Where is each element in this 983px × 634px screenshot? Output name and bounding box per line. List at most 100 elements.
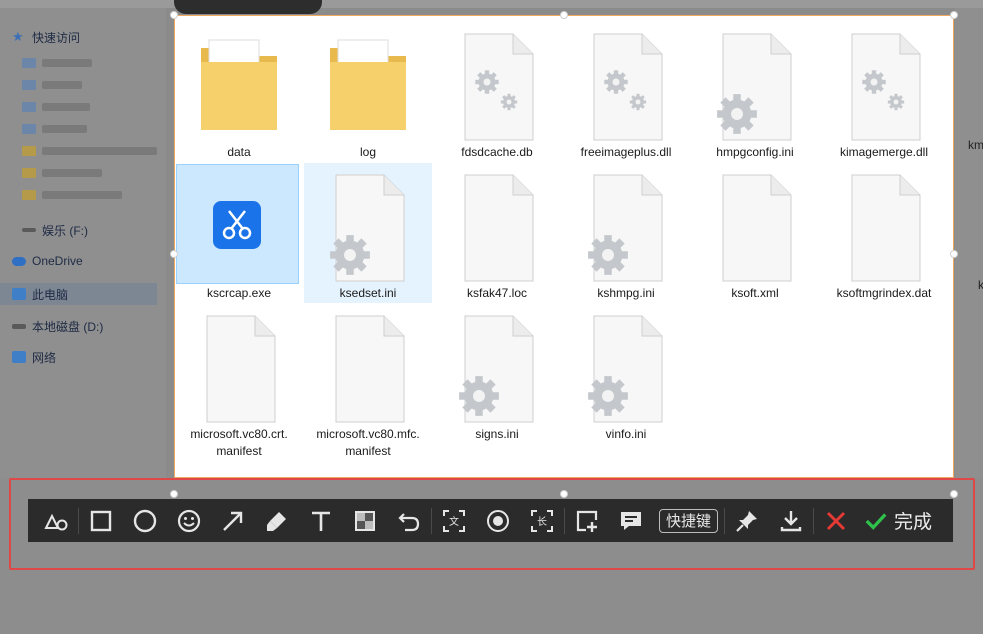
file-name-label: freeimageplus.dll xyxy=(580,145,672,159)
nav-onedrive[interactable]: OneDrive xyxy=(12,250,83,272)
rectangle-icon xyxy=(90,510,112,531)
selection-size-badge xyxy=(174,0,322,14)
settings-file-icon xyxy=(464,33,534,141)
scissors-app-icon xyxy=(213,201,261,249)
file-name-label: ksoft.xml xyxy=(731,286,779,300)
nav-this-pc[interactable]: 此电脑 xyxy=(0,283,157,305)
add-image-icon xyxy=(576,510,598,532)
file-name-label: kscrcap.exe xyxy=(206,286,272,300)
marker-button[interactable] xyxy=(255,499,299,542)
blank-file-icon xyxy=(851,174,921,282)
blank-file-icon xyxy=(464,174,534,282)
resize-handle-w[interactable] xyxy=(170,250,178,258)
comment-button[interactable] xyxy=(609,499,653,542)
nav-media-drive-label: 娱乐 (F:) xyxy=(42,223,88,238)
file-name-label: kimagemerge.dll xyxy=(839,145,929,159)
folder-icon xyxy=(22,168,36,178)
resize-handle-ne[interactable] xyxy=(950,11,958,19)
nav-quick-access-label: 快速访问 xyxy=(32,30,81,45)
text-button[interactable] xyxy=(299,499,343,542)
folder-icon xyxy=(201,39,277,130)
long-screenshot-button[interactable]: 长 xyxy=(520,499,564,542)
comment-icon xyxy=(621,511,641,530)
nav-blurred-item[interactable] xyxy=(22,58,92,68)
shortcut-button[interactable]: 快捷键 xyxy=(659,508,719,533)
blank-file-icon xyxy=(722,174,792,282)
text-icon xyxy=(312,511,330,531)
svg-text:长: 长 xyxy=(537,516,547,528)
config-file-icon xyxy=(588,174,663,282)
drive-icon xyxy=(22,228,36,232)
nav-blurred-item[interactable] xyxy=(22,102,90,112)
drive-icon xyxy=(22,58,36,68)
settings-file-icon xyxy=(593,33,663,141)
marker-icon xyxy=(267,511,286,531)
done-button[interactable]: 完成 xyxy=(864,507,932,534)
mosaic-icon xyxy=(355,510,375,531)
record-icon xyxy=(487,509,509,532)
check-icon xyxy=(865,512,887,530)
resize-handle-nw[interactable] xyxy=(170,11,178,19)
file-name-label: hmpgconfig.ini xyxy=(716,145,794,159)
ellipse-button[interactable] xyxy=(123,499,167,542)
download-button[interactable] xyxy=(769,499,813,542)
file-name-label: vinfo.ini xyxy=(605,427,647,441)
nav-blurred-item[interactable] xyxy=(22,168,102,178)
nav-quick-access[interactable]: ★ 快速访问 xyxy=(12,26,80,48)
done-label: 完成 xyxy=(894,512,933,533)
explorer-top-bar xyxy=(0,0,983,8)
nav-blurred-item[interactable] xyxy=(22,190,122,200)
rectangle-button[interactable] xyxy=(79,499,123,542)
long-screenshot-icon: 长 xyxy=(531,509,553,532)
nav-blurred-item[interactable] xyxy=(22,80,82,90)
record-button[interactable] xyxy=(476,499,520,542)
file-name-label: kshmpg.ini xyxy=(597,286,655,300)
arrow-icon xyxy=(223,511,243,531)
nav-blurred-item[interactable] xyxy=(22,124,87,134)
svg-text:文: 文 xyxy=(449,515,459,528)
file-name-label: log xyxy=(359,145,376,159)
drive-icon xyxy=(22,124,36,134)
nav-network[interactable]: 网络 xyxy=(12,346,56,368)
undo-icon xyxy=(398,512,420,531)
resize-handle-n[interactable] xyxy=(560,11,568,19)
settings-file-icon xyxy=(851,33,921,141)
cloud-icon xyxy=(12,256,26,266)
close-icon xyxy=(826,511,846,530)
file-name-label: ksfak47.loc xyxy=(466,286,528,300)
shapes-button[interactable] xyxy=(34,499,78,542)
pin-icon xyxy=(736,510,758,532)
config-file-icon xyxy=(717,33,792,141)
resize-handle-e[interactable] xyxy=(950,250,958,258)
config-file-icon xyxy=(459,315,534,423)
arrow-button[interactable] xyxy=(211,499,255,542)
clipped-file-label: km xyxy=(968,138,983,152)
blank-file-icon xyxy=(206,315,276,423)
capture-selection-area[interactable]: data log fdsdcache.db freeimageplus.dll hmpg… xyxy=(174,15,954,478)
emoji-button[interactable] xyxy=(167,499,211,542)
file-name-label: ksedset.ini xyxy=(339,286,397,300)
nav-network-label: 网络 xyxy=(32,350,57,365)
drive-icon xyxy=(22,102,36,112)
undo-button[interactable] xyxy=(387,499,431,542)
nav-media-drive[interactable]: 娱乐 (F:) xyxy=(22,219,88,241)
drive-icon xyxy=(22,80,36,90)
explorer-right-area xyxy=(955,8,983,478)
nav-onedrive-label: OneDrive xyxy=(32,254,83,268)
folder-icon xyxy=(330,39,406,130)
file-name-label: fdsdcache.db xyxy=(461,145,533,159)
nav-local-disk[interactable]: 本地磁盘 (D:) xyxy=(12,315,103,337)
pin-button[interactable] xyxy=(725,499,769,542)
ellipse-icon xyxy=(133,509,157,532)
navigation-pane: ★ 快速访问 娱乐 (F:) OneDrive 此电脑 本地磁盘 (D:) 网络 xyxy=(0,8,166,478)
drive-icon xyxy=(12,323,26,329)
folder-icon xyxy=(22,190,36,200)
ocr-button[interactable]: 文 xyxy=(432,499,476,542)
cancel-button[interactable] xyxy=(814,499,858,542)
add-image-button[interactable] xyxy=(565,499,609,542)
nav-local-disk-label: 本地磁盘 (D:) xyxy=(32,319,104,334)
nav-blurred-item[interactable] xyxy=(22,146,157,156)
clipped-file-label: k xyxy=(978,278,983,292)
emoji-icon xyxy=(177,509,201,532)
mosaic-button[interactable] xyxy=(343,499,387,542)
